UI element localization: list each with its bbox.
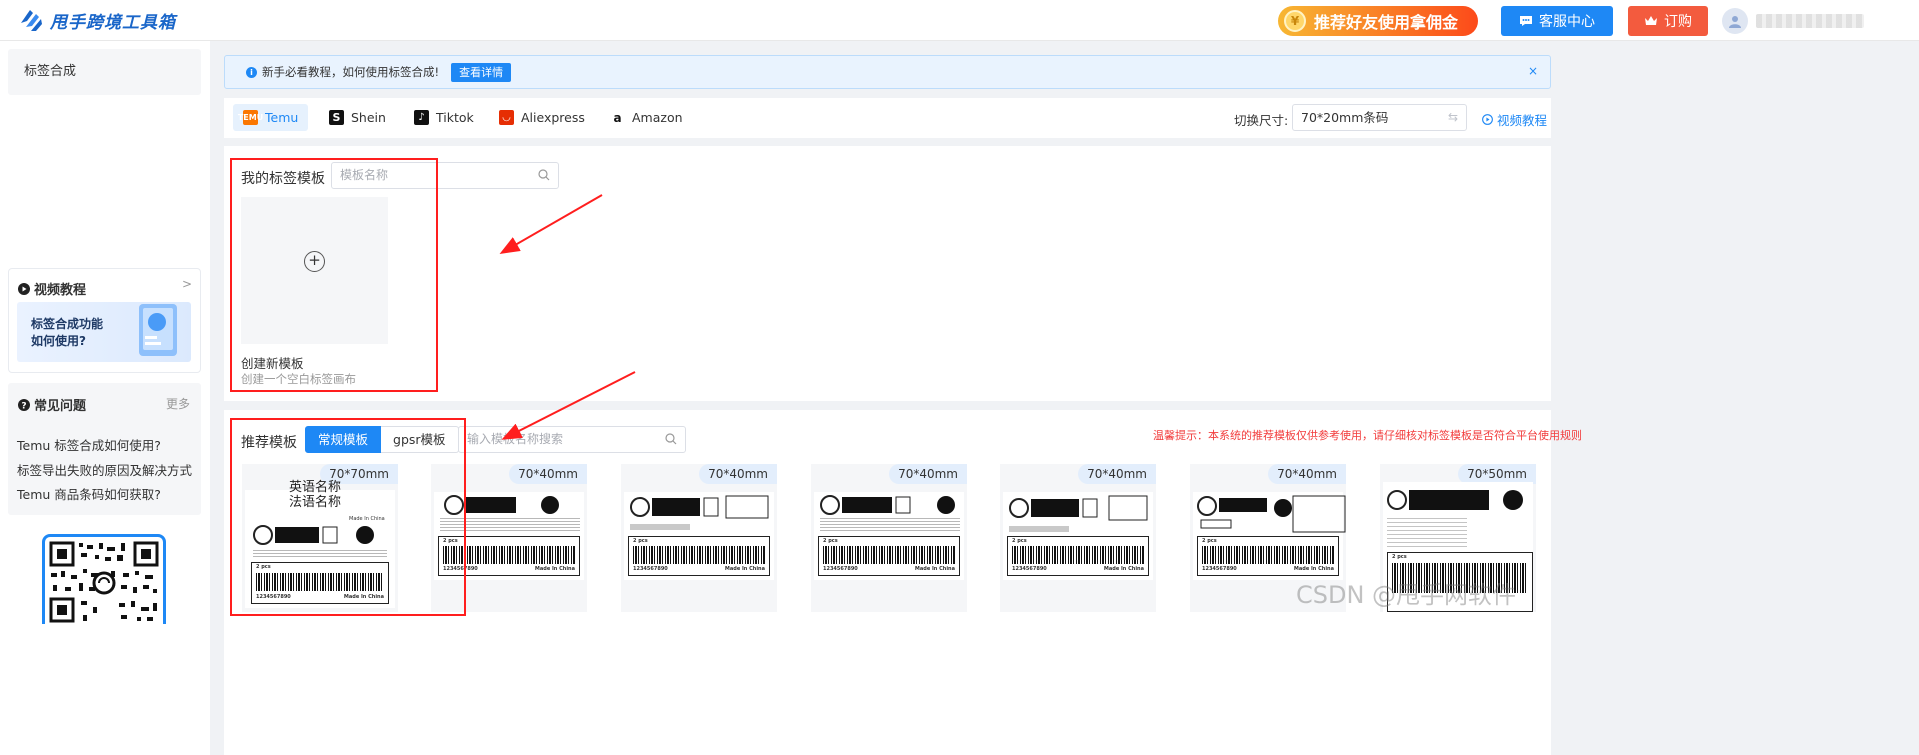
annotation-arrow-1 [499, 194, 603, 254]
annotation-arrows [499, 194, 636, 440]
watermark: CSDN @甩手网软件 [1296, 581, 1517, 609]
annotation-arrow-2 [501, 371, 636, 440]
